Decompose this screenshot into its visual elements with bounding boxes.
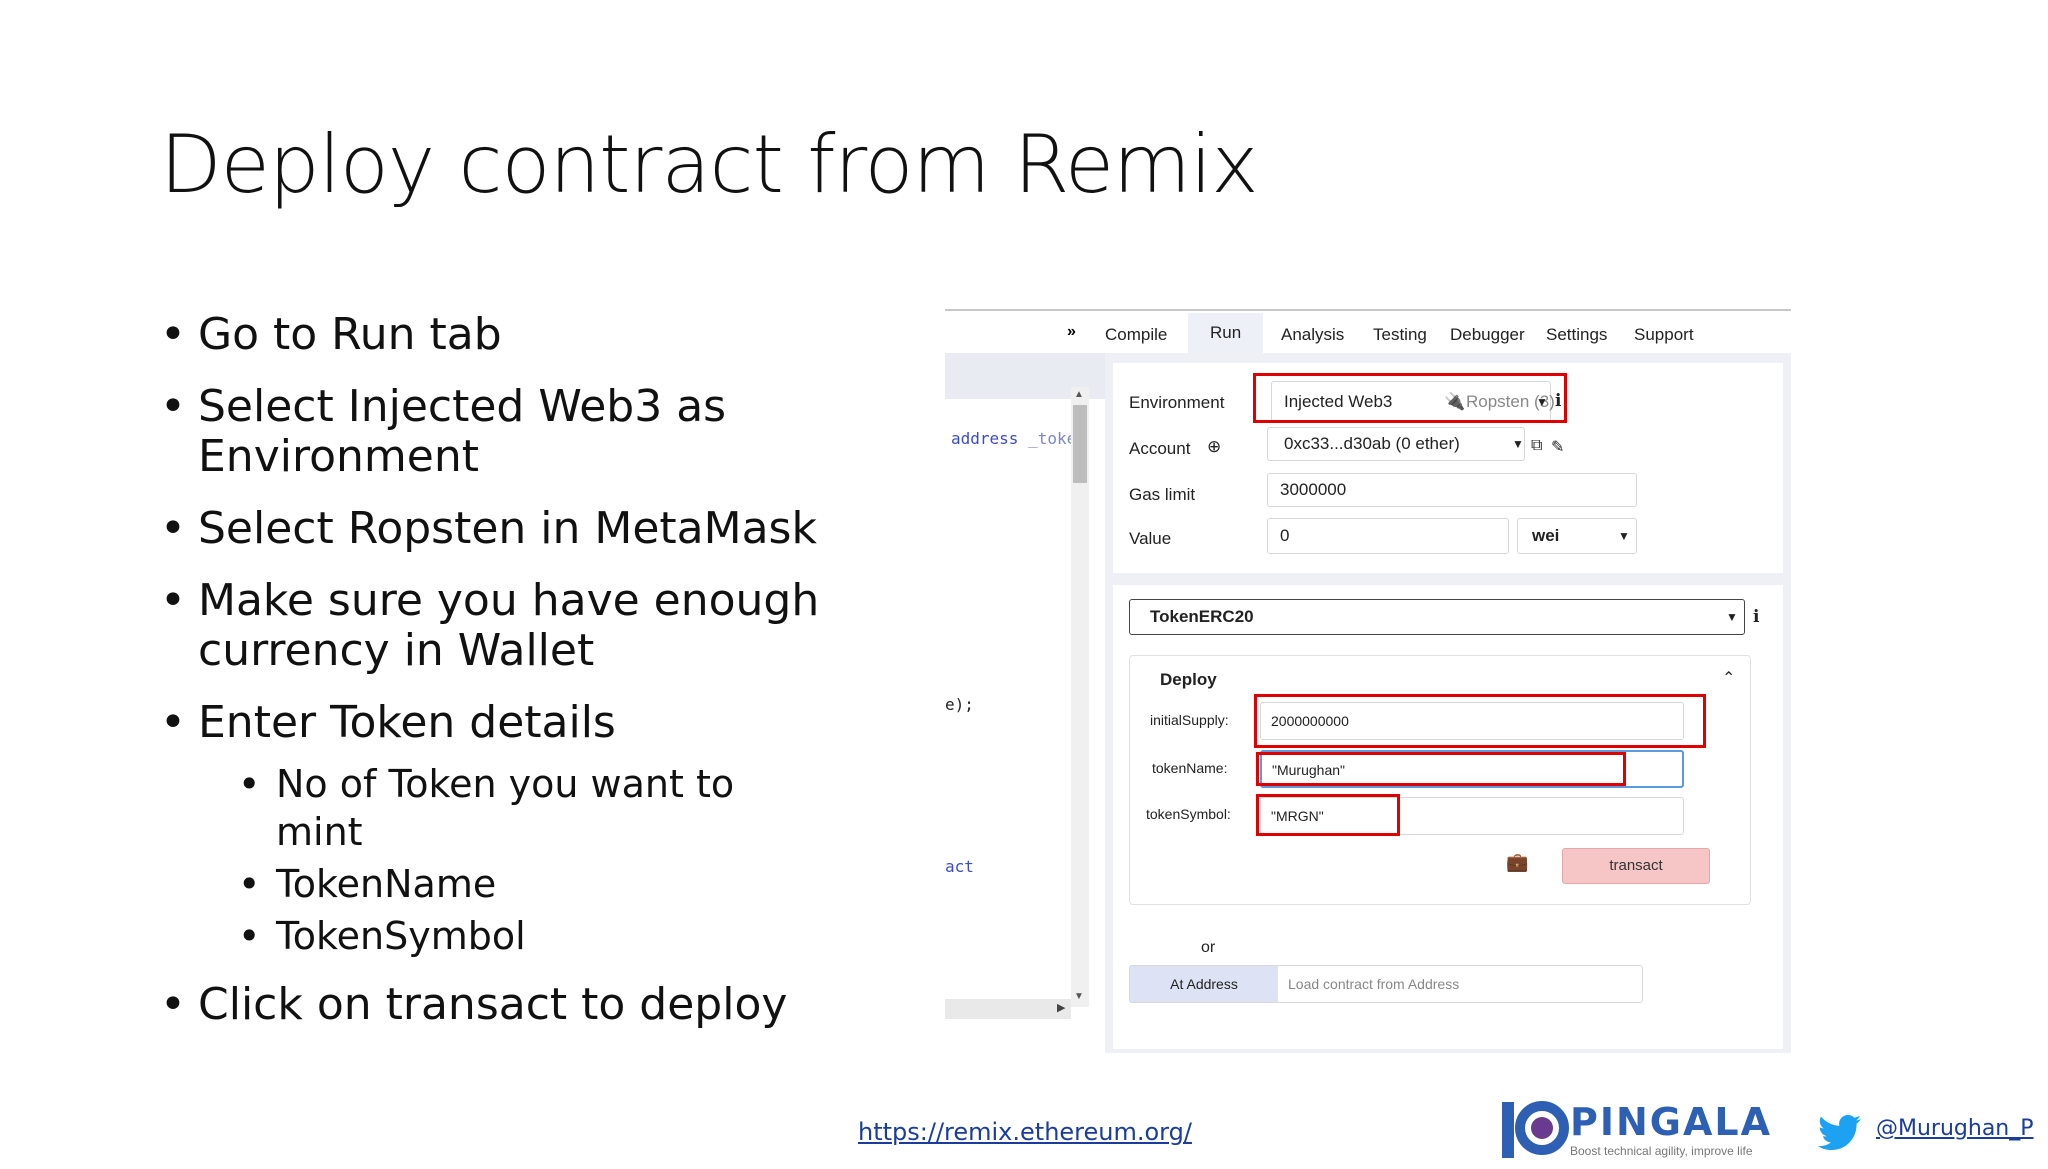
copy-icon[interactable]: ⧉ — [1531, 437, 1542, 455]
initial-supply-highlight — [1254, 694, 1706, 748]
code-line: e); — [945, 695, 974, 714]
tab-testing[interactable]: Testing — [1373, 325, 1427, 345]
value-input[interactable]: 0 — [1267, 518, 1509, 554]
deploy-section: Deploy ⌃ initialSupply: 2000000000 token… — [1129, 655, 1751, 905]
sub-bullet-item: TokenSymbol — [238, 912, 820, 960]
contract-select[interactable]: TokenERC20 ▼ — [1129, 599, 1745, 635]
unit-select[interactable]: wei ▼ — [1517, 518, 1637, 554]
bullet-item: Make sure you have enough currency in Wa… — [160, 576, 820, 676]
bullet-item: Enter Token details — [160, 698, 820, 749]
pingala-logo-icon — [1502, 1101, 1569, 1158]
bullet-item: Select Ropsten in MetaMask — [160, 504, 820, 555]
edit-icon[interactable]: ✎ — [1551, 437, 1564, 457]
environment-highlight — [1253, 373, 1567, 423]
tab-compile[interactable]: Compile — [1105, 325, 1167, 345]
bullet-item: Go to Run tab — [160, 310, 820, 361]
tab-bar: » Compile Run Analysis Testing Debugger … — [945, 311, 1791, 353]
add-account-icon[interactable]: ⊕ — [1207, 437, 1221, 457]
sub-bullet-item: TokenName — [238, 860, 820, 908]
twitter-handle[interactable]: @Murughan_P — [1876, 1116, 2034, 1141]
account-label: Account — [1129, 439, 1191, 458]
pingala-logo: PINGALA Boost technical agility, improve… — [1500, 1098, 1780, 1164]
scroll-thumb[interactable] — [1073, 405, 1087, 483]
double-chevron-icon[interactable]: » — [1067, 323, 1076, 341]
info-icon[interactable]: i — [1753, 607, 1759, 627]
sub-bullet-list: No of Token you want to mint TokenName T… — [160, 760, 820, 960]
contract-address-input[interactable]: Load contract from Address — [1288, 966, 1459, 1002]
bullet-item: Select Injected Web3 as Environment — [160, 382, 820, 482]
at-address-button[interactable]: At Address — [1130, 966, 1278, 1002]
tab-settings[interactable]: Settings — [1546, 325, 1607, 345]
tab-analysis[interactable]: Analysis — [1281, 325, 1344, 345]
bullet-list: Go to Run tab Select Injected Web3 as En… — [160, 310, 820, 1052]
brand-tagline: Boost technical agility, improve life — [1570, 1144, 1753, 1158]
gas-limit-label: Gas limit — [1129, 485, 1196, 504]
value-label: Value — [1129, 529, 1172, 548]
tab-support[interactable]: Support — [1634, 325, 1694, 345]
sub-bullet-item: No of Token you want to mint — [238, 760, 820, 856]
gas-limit-input[interactable]: 3000000 — [1267, 473, 1637, 507]
environment-label: Environment — [1129, 393, 1225, 412]
remix-screenshot: » Compile Run Analysis Testing Debugger … — [945, 309, 1791, 1053]
scroll-right-icon[interactable]: ▶ — [1057, 1001, 1065, 1014]
chevron-down-icon: ▼ — [1618, 529, 1630, 543]
chevron-up-icon[interactable]: ⌃ — [1722, 668, 1735, 688]
token-name-highlight — [1256, 752, 1626, 786]
account-select[interactable]: 0xc33...d30ab (0 ether) ▼ — [1267, 427, 1525, 461]
run-panel: Environment Injected Web3 🔌 Ropsten (3) … — [1105, 353, 1791, 1053]
chevron-down-icon: ▼ — [1726, 610, 1738, 624]
horizontal-scrollbar[interactable] — [945, 999, 1071, 1019]
remix-link[interactable]: https://remix.ethereum.org/ — [858, 1118, 1192, 1146]
or-text: or — [1201, 939, 1216, 956]
chevron-down-icon: ▼ — [1512, 437, 1524, 451]
token-symbol-label: tokenSymbol: — [1146, 806, 1231, 822]
bullet-item: Click on transact to deploy — [160, 980, 820, 1031]
scroll-down-icon[interactable]: ▼ — [1074, 991, 1084, 1002]
initial-supply-label: initialSupply: — [1150, 712, 1229, 728]
brand-name: PINGALA — [1570, 1100, 1773, 1144]
code-editor: address _toke e); act ▲ ▼ ▶ — [945, 353, 1115, 1053]
twitter-icon[interactable] — [1817, 1114, 1862, 1157]
settings-card: Environment Injected Web3 🔌 Ropsten (3) … — [1113, 363, 1783, 573]
transact-button[interactable]: transact — [1562, 848, 1710, 884]
scroll-up-icon[interactable]: ▲ — [1074, 389, 1084, 400]
token-name-label: tokenName: — [1152, 760, 1228, 776]
token-symbol-highlight — [1256, 794, 1400, 836]
deploy-header: Deploy — [1160, 670, 1217, 689]
code-line: address _toke — [951, 429, 1077, 448]
tab-run[interactable]: Run — [1188, 313, 1264, 353]
contract-card: TokenERC20 ▼ i Deploy ⌃ initialSupply: 2… — [1113, 585, 1783, 1049]
briefcase-icon[interactable]: 💼 — [1506, 852, 1528, 873]
slide-title: Deploy contract from Remix — [160, 118, 1259, 211]
code-line: act — [945, 857, 974, 876]
at-address-group: At Address Load contract from Address — [1129, 965, 1643, 1003]
tab-debugger[interactable]: Debugger — [1450, 325, 1525, 345]
vertical-scrollbar[interactable]: ▲ ▼ — [1071, 387, 1089, 1007]
